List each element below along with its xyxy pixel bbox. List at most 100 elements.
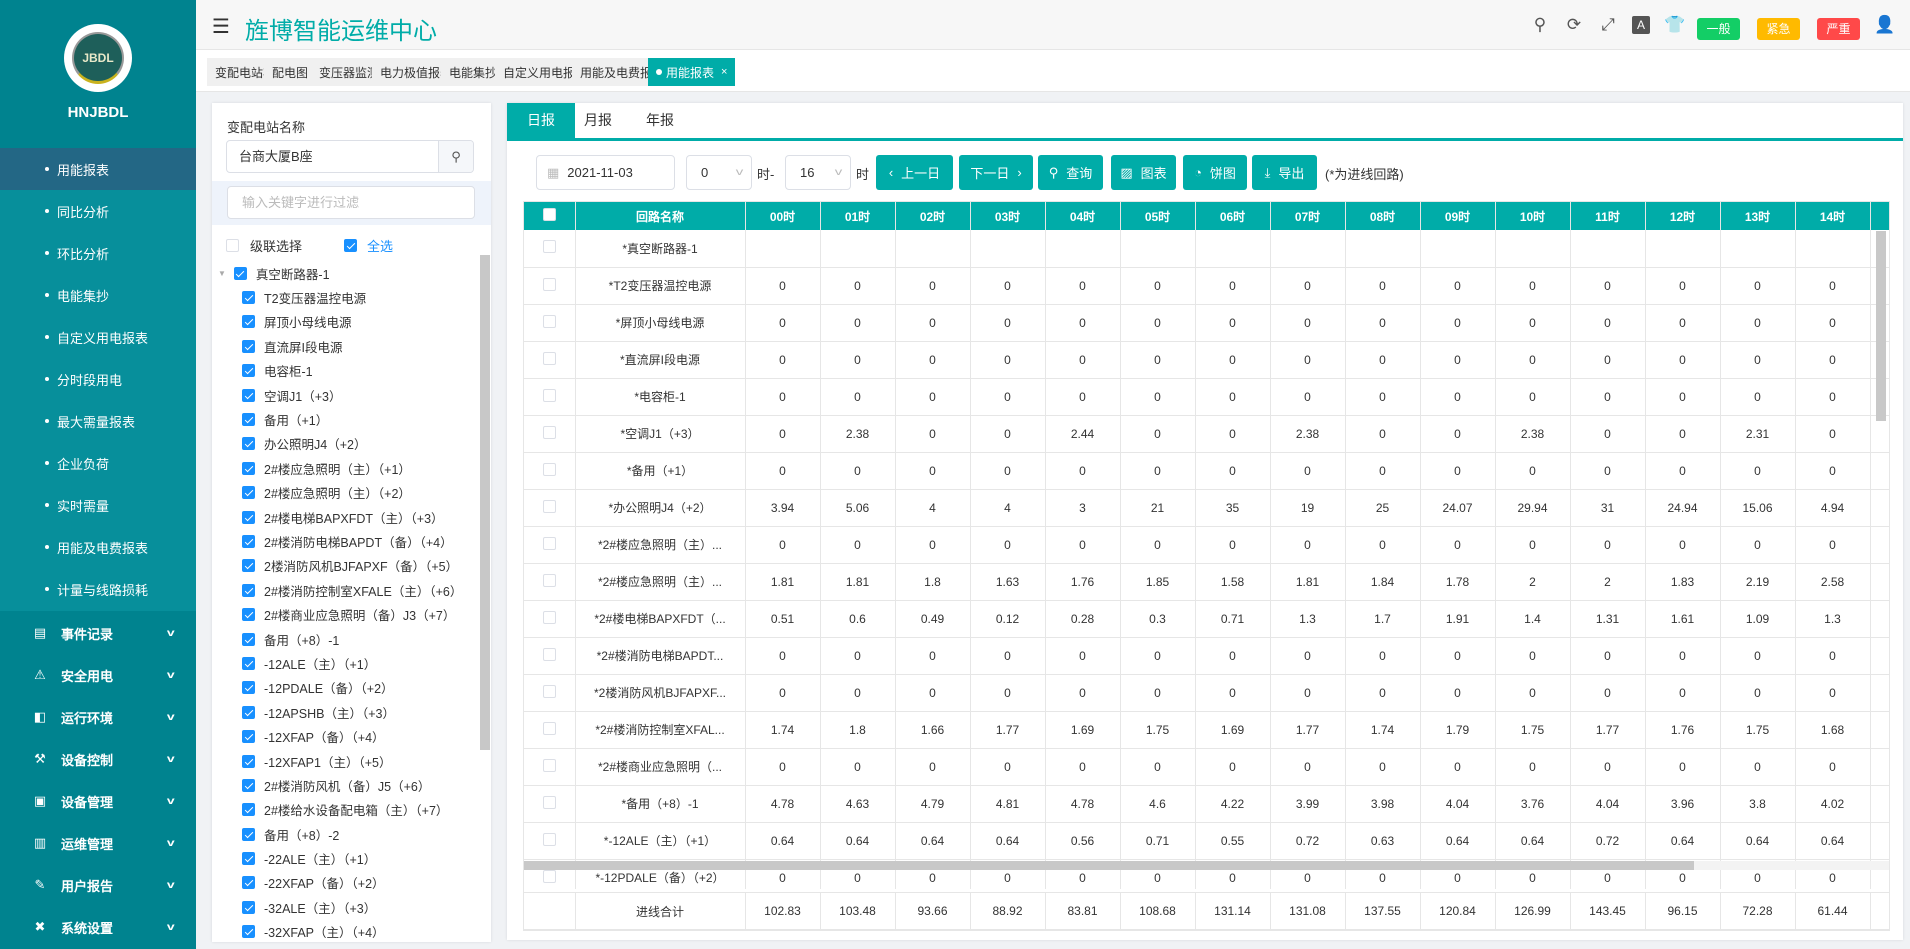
- tree-node[interactable]: -22XFAP（备）（+2）: [212, 871, 480, 895]
- row-checkbox-cell[interactable]: [524, 341, 575, 378]
- row-checkbox[interactable]: [543, 389, 556, 402]
- tree-node[interactable]: 直流屏I段电源: [212, 334, 480, 358]
- row-checkbox-cell[interactable]: [524, 304, 575, 341]
- sidebar-item-1[interactable]: 同比分析: [0, 190, 196, 232]
- station-value[interactable]: 台商大厦B座: [227, 141, 438, 172]
- tree-checkbox[interactable]: [242, 681, 255, 694]
- tree-node[interactable]: -12APSHB（主）（+3）: [212, 700, 480, 724]
- sidebar-section-3[interactable]: ⚒设备控制v: [0, 738, 196, 780]
- vertical-scrollbar[interactable]: [1876, 231, 1886, 421]
- sidebar-item-9[interactable]: 用能及电费报表: [0, 526, 196, 568]
- tree-checkbox[interactable]: [242, 584, 255, 597]
- tree-node[interactable]: -12XFAP1（主）（+5）: [212, 749, 480, 773]
- search-icon[interactable]: ⚲: [1530, 15, 1550, 35]
- sidebar-item-3[interactable]: 电能集抄: [0, 274, 196, 316]
- row-checkbox[interactable]: [543, 759, 556, 772]
- row-checkbox[interactable]: [543, 611, 556, 624]
- row-checkbox-cell[interactable]: [524, 230, 575, 267]
- fullscreen-icon[interactable]: ⤢: [1598, 15, 1618, 35]
- tree-checkbox[interactable]: [242, 437, 255, 450]
- tree-checkbox[interactable]: [242, 364, 255, 377]
- row-checkbox[interactable]: [543, 796, 556, 809]
- row-checkbox-cell[interactable]: [524, 674, 575, 711]
- hour-to-select[interactable]: 16v: [785, 155, 851, 190]
- badge-urgent[interactable]: 紧急: [1757, 18, 1800, 40]
- tree-scrollbar[interactable]: [480, 255, 490, 750]
- tree-node[interactable]: 备用（+8）-1: [212, 627, 480, 651]
- row-checkbox[interactable]: [543, 537, 556, 550]
- row-checkbox[interactable]: [543, 574, 556, 587]
- tree-checkbox[interactable]: [242, 779, 255, 792]
- row-checkbox-cell[interactable]: [524, 637, 575, 674]
- sidebar-item-10[interactable]: 计量与线路损耗: [0, 568, 196, 610]
- sidebar-section-1[interactable]: ⚠安全用电v: [0, 654, 196, 696]
- prev-day-button[interactable]: ‹上一日: [876, 155, 953, 190]
- tree-checkbox[interactable]: [234, 267, 247, 280]
- tree-node[interactable]: 2#楼消防控制室XFALE（主）（+6）: [212, 578, 480, 602]
- tree-node[interactable]: T2变压器温控电源: [212, 285, 480, 309]
- sidebar-item-4[interactable]: 自定义用电报表: [0, 316, 196, 358]
- horizontal-scrollbar[interactable]: [524, 861, 1890, 870]
- tree-checkbox[interactable]: [242, 486, 255, 499]
- tree-checkbox[interactable]: [242, 657, 255, 670]
- sidebar-section-2[interactable]: ◧运行环境v: [0, 696, 196, 738]
- tree-checkbox[interactable]: [242, 633, 255, 646]
- filter-input[interactable]: 输入关键字进行过滤: [227, 186, 475, 219]
- sidebar-item-6[interactable]: 最大需量报表: [0, 400, 196, 442]
- tree-node[interactable]: 2#楼电梯BAPXFDT（主）（+3）: [212, 505, 480, 529]
- user-icon[interactable]: 👤: [1874, 15, 1894, 35]
- date-picker[interactable]: ▦ 2021-11-03: [536, 155, 675, 190]
- query-button[interactable]: ⚲查询: [1038, 155, 1103, 190]
- row-checkbox-cell[interactable]: [524, 489, 575, 526]
- row-checkbox[interactable]: [543, 500, 556, 513]
- tree-checkbox[interactable]: [242, 608, 255, 621]
- row-checkbox[interactable]: [543, 315, 556, 328]
- pie-button[interactable]: ◔饼图: [1183, 155, 1247, 190]
- row-checkbox[interactable]: [543, 870, 556, 883]
- row-checkbox-cell[interactable]: [524, 822, 575, 859]
- tree-checkbox[interactable]: [242, 511, 255, 524]
- row-checkbox[interactable]: [543, 278, 556, 291]
- tree-checkbox[interactable]: [242, 876, 255, 889]
- menu-toggle-icon[interactable]: ☰: [212, 14, 230, 39]
- tree-checkbox[interactable]: [242, 413, 255, 426]
- close-icon[interactable]: ×: [721, 66, 727, 78]
- refresh-icon[interactable]: ⟳: [1564, 15, 1584, 35]
- row-checkbox[interactable]: [543, 833, 556, 846]
- sidebar-item-8[interactable]: 实时需量: [0, 484, 196, 526]
- row-checkbox[interactable]: [543, 426, 556, 439]
- tree-node[interactable]: -32XFAP（主）（+4）: [212, 920, 480, 942]
- sidebar-section-5[interactable]: ▥运维管理v: [0, 822, 196, 864]
- sidebar-item-5[interactable]: 分时段用电: [0, 358, 196, 400]
- row-checkbox-cell[interactable]: [524, 563, 575, 600]
- tree-node[interactable]: 空调J1（+3）: [212, 383, 480, 407]
- row-checkbox-cell[interactable]: [524, 748, 575, 785]
- row-checkbox-cell[interactable]: [524, 785, 575, 822]
- tree-checkbox[interactable]: [242, 925, 255, 938]
- row-checkbox[interactable]: [543, 685, 556, 698]
- tree-node[interactable]: 2楼消防风机BJFAPXF（备）（+5）: [212, 554, 480, 578]
- tree-checkbox[interactable]: [242, 559, 255, 572]
- tree-node[interactable]: 2#楼商业应急照明（备）J3（+7）: [212, 602, 480, 626]
- row-checkbox-cell[interactable]: [524, 452, 575, 489]
- tree-checkbox[interactable]: [242, 462, 255, 475]
- row-checkbox[interactable]: [543, 463, 556, 476]
- tab-daily[interactable]: 日报: [507, 103, 575, 138]
- tab-yearly[interactable]: 年报: [631, 103, 689, 138]
- tree-node[interactable]: -22ALE（主）（+1）: [212, 846, 480, 870]
- tree-checkbox[interactable]: [242, 315, 255, 328]
- tree-node[interactable]: 办公照明J4（+2）: [212, 432, 480, 456]
- sidebar-section-7[interactable]: ✖系统设置v: [0, 906, 196, 948]
- tree-checkbox[interactable]: [242, 291, 255, 304]
- tree-node[interactable]: 2#楼消防电梯BAPDT（备）（+4）: [212, 529, 480, 553]
- theme-shirt-icon[interactable]: 👕: [1664, 15, 1684, 35]
- tab-monthly[interactable]: 月报: [569, 103, 627, 138]
- row-checkbox-cell[interactable]: [524, 526, 575, 563]
- tree-node[interactable]: -12PDALE（备）（+2）: [212, 676, 480, 700]
- tree-node[interactable]: -12ALE（主）（+1）: [212, 651, 480, 675]
- tree-node[interactable]: 2#楼消防风机（备）J5（+6）: [212, 773, 480, 797]
- hour-from-select[interactable]: 0v: [686, 155, 752, 190]
- sidebar-section-6[interactable]: ✎用户报告v: [0, 864, 196, 906]
- sidebar-section-0[interactable]: ▤事件记录v: [0, 612, 196, 654]
- tree-checkbox[interactable]: [242, 755, 255, 768]
